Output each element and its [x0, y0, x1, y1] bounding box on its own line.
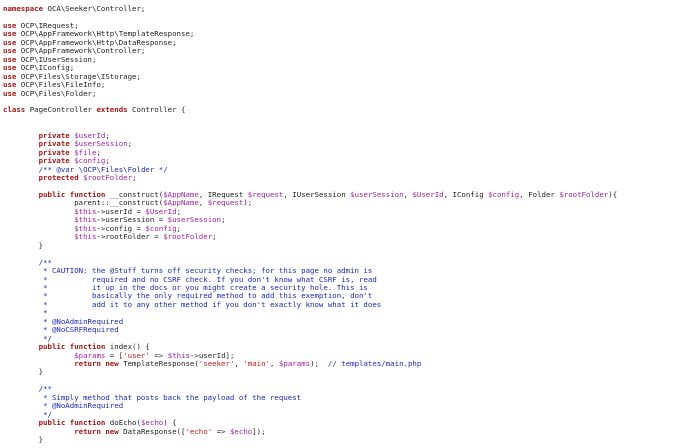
code-token-var: $rootFolder: [83, 173, 133, 183]
code-token-kw: return new: [74, 359, 119, 369]
code-token-var: $params: [278, 359, 311, 369]
code-line[interactable]: use OCP\Files\FileInfo;: [3, 80, 690, 89]
code-token-var: $echo: [229, 426, 253, 436]
code-line[interactable]: use OCP\Files\Folder;: [3, 88, 690, 98]
code-token-kw: extends: [96, 105, 128, 115]
code-line[interactable]: return new TemplateResponse('seeker', 'm…: [3, 359, 690, 369]
code-token-plain: TemplateResponse(: [118, 359, 199, 369]
code-token-str: 'seeker': [198, 359, 235, 369]
code-line[interactable]: [3, 13, 690, 21]
code-token-plain: PageController: [25, 105, 97, 115]
code-line[interactable]: }: [3, 240, 690, 250]
code-line[interactable]: class PageController extends Controller …: [3, 106, 690, 114]
code-token-plain: ->rootFolder =: [96, 232, 164, 242]
code-token-kw: protected: [38, 173, 79, 183]
code-line[interactable]: use OCP\IUserSession;: [3, 55, 690, 64]
code-token-plain: }: [3, 435, 44, 445]
code-line[interactable]: namespace OCA\Seeker\Controller;: [3, 4, 690, 13]
code-token-plain: OCP\Files\Folder;: [16, 88, 97, 98]
code-token-plain: =>: [212, 426, 230, 436]
code-token-plain: , IConfig: [443, 189, 489, 199]
code-line[interactable]: [3, 377, 690, 385]
code-token-plain: OCA\Seeker\Controller;: [43, 4, 146, 13]
code-token-plain: }: [3, 367, 44, 377]
code-line[interactable]: [3, 250, 690, 258]
code-line[interactable]: return new DataResponse(['echo' => $echo…: [3, 426, 690, 436]
code-token-comment: * add it to any other method if you don'…: [43, 299, 382, 309]
code-token-comment: * @NoCSRFRequired: [43, 325, 119, 335]
code-token-kw: return new: [74, 426, 119, 436]
code-token-str: 'echo': [185, 426, 213, 436]
code-editor[interactable]: namespace OCA\Seeker\Controller; use OCP…: [0, 0, 690, 448]
code-token-plain: ,: [234, 359, 244, 369]
code-token-var: $rootFolder: [163, 232, 213, 242]
code-line[interactable]: }: [3, 435, 690, 445]
code-token-var: $request: [207, 198, 244, 208]
code-token-plain: DataResponse([: [118, 426, 186, 436]
code-token-str: 'main': [243, 359, 271, 369]
code-token-plain: ;: [132, 173, 137, 183]
code-token-comment: * @NoAdminRequired: [43, 401, 124, 411]
code-token-plain: ;: [127, 139, 133, 149]
code-line[interactable]: protected $rootFolder;: [3, 173, 690, 183]
code-token-kw: namespace: [3, 4, 44, 13]
code-line[interactable]: use OCP\Files\Storage\IStorage;: [3, 72, 690, 81]
code-token-comment: // templates/main.php: [327, 359, 422, 369]
code-line[interactable]: }: [3, 368, 690, 376]
code-line[interactable]: $this->rootFolder = $rootFolder;: [3, 233, 690, 241]
code-token-plain: ;: [212, 232, 217, 242]
code-line[interactable]: private $userSession;: [3, 140, 690, 148]
code-token-plain: ]);: [252, 426, 266, 436]
code-line[interactable]: * @NoCSRFRequired: [3, 325, 690, 335]
code-token-plain: );: [310, 359, 328, 369]
code-token-plain: ,: [198, 198, 208, 208]
code-token-plain: ,: [270, 359, 279, 369]
code-token-var: $request: [247, 189, 284, 199]
code-token-plain: );: [243, 198, 253, 208]
code-token-plain: }: [3, 240, 44, 250]
code-token-plain: ){: [608, 189, 618, 199]
code-token-var: $rootFolder: [559, 189, 609, 199]
code-token-plain: , Folder: [519, 189, 560, 199]
code-token-plain: , IUserSession: [283, 189, 351, 199]
code-token-var: $config: [488, 189, 520, 199]
code-token-plain: Controller {: [127, 105, 186, 115]
code-line[interactable]: [3, 115, 690, 123]
code-line[interactable]: * @NoAdminRequired: [3, 402, 690, 410]
code-token-var: $userSession: [350, 189, 404, 199]
code-token-var: $UserId: [412, 189, 444, 199]
code-line[interactable]: use OCP\AppFramework\Controller;: [3, 47, 690, 55]
code-token-plain: ;: [221, 215, 226, 225]
code-line[interactable]: * add it to any other method if you don'…: [3, 299, 690, 309]
code-token-var: $this: [74, 232, 97, 242]
